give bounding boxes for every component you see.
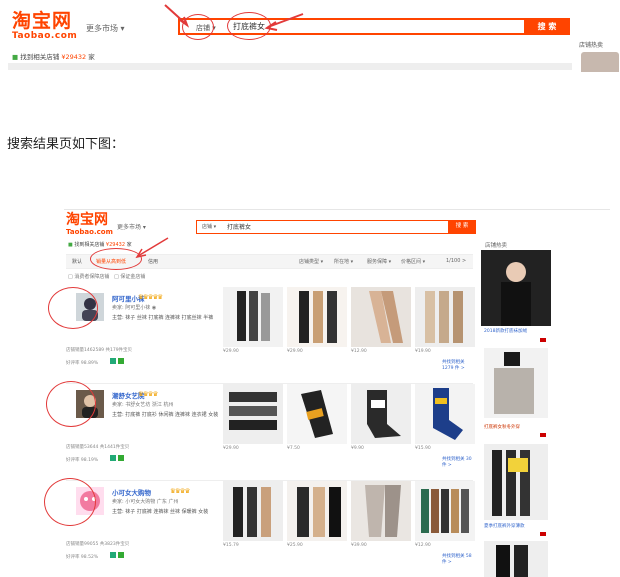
annotation-arrows	[135, 4, 304, 259]
